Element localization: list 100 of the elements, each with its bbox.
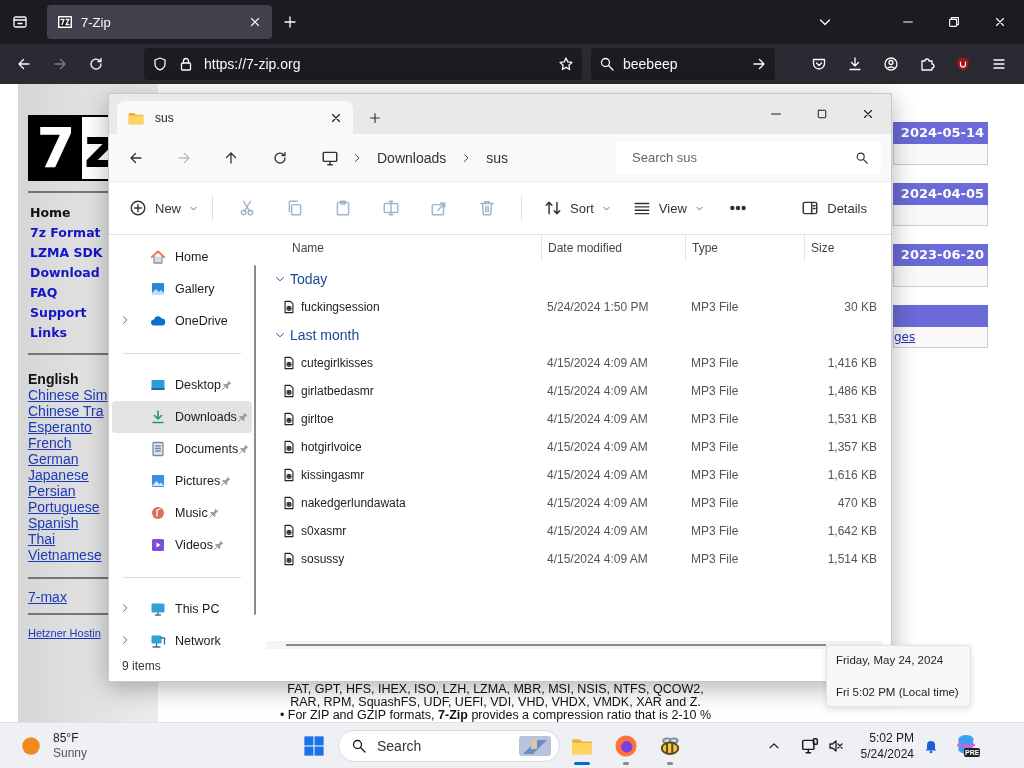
audio-file-icon: [282, 552, 296, 566]
type-cell-text: MP3 File: [690, 412, 740, 426]
shield-icon: [955, 56, 971, 72]
file-name[interactable]: fuckingsession: [301, 300, 380, 314]
file-name[interactable]: cutegirlkisses: [301, 356, 374, 370]
language-link[interactable]: Portuguese: [28, 499, 100, 515]
language-link[interactable]: French: [28, 435, 72, 451]
trash-icon: [478, 199, 496, 217]
nav-link[interactable]: LZMA SDK: [30, 243, 103, 263]
date-cell-text: 4/15/2024 4:09 AM: [546, 496, 649, 510]
address-bar[interactable]: https://7-zip.org: [144, 48, 582, 80]
nav-item[interactable]: Home: [112, 241, 209, 273]
file-name[interactable]: sosussy: [301, 552, 345, 566]
size-cell-text: 1,486 KB: [826, 384, 878, 398]
lock-icon: [178, 56, 194, 72]
audio-file-icon: [282, 440, 296, 454]
close-icon[interactable]: [248, 15, 262, 29]
videos-icon: [150, 537, 166, 553]
language-link[interactable]: German: [28, 451, 79, 467]
sort-arrows-icon: [544, 199, 562, 217]
column-header[interactable]: Date modified: [541, 235, 685, 261]
status-text: 9 items: [122, 659, 161, 673]
rename-icon: [382, 199, 400, 217]
languages-link[interactable]: ges: [894, 330, 916, 344]
group-header[interactable]: Last month: [266, 321, 360, 349]
clock-button[interactable]: 5:02 PM 5/24/2024: [852, 729, 914, 762]
plus-circle-icon: [129, 199, 147, 217]
size-cell-text: 1,514 KB: [826, 552, 878, 566]
language-link[interactable]: Spanish: [28, 515, 79, 531]
audio-file-icon: [282, 524, 296, 538]
bookmark-star-icon[interactable]: [558, 56, 574, 72]
nav-item[interactable]: Documents: [112, 433, 254, 465]
search-field[interactable]: beebeep: [591, 48, 775, 80]
language-link[interactable]: Esperanto: [28, 419, 92, 435]
current-page-link[interactable]: Home: [30, 203, 71, 223]
view-button[interactable]: View: [624, 192, 712, 224]
nav-item[interactable]: Desktop: [112, 369, 236, 401]
desktop-icon: [150, 377, 166, 393]
browser-tab[interactable]: 7-Zip: [47, 5, 272, 39]
type-cell-text: MP3 File: [690, 356, 740, 370]
plus-icon: [282, 14, 298, 30]
language-link[interactable]: Chinese Sim: [28, 387, 108, 403]
file-name[interactable]: kissingasmr: [301, 468, 365, 482]
file-name[interactable]: girlatbedasmr: [301, 384, 374, 398]
date-cell-text: 5/24/2024 1:50 PM: [546, 300, 650, 314]
documents-icon: [150, 441, 166, 457]
tool-link[interactable]: 7-max: [28, 589, 67, 605]
close-icon: [861, 107, 875, 121]
language-link[interactable]: Vietnamese: [28, 547, 102, 563]
language-link[interactable]: Thai: [28, 531, 56, 547]
breadcrumb-item[interactable]: Downloads: [375, 149, 449, 166]
forward-icon: [52, 56, 68, 72]
search-field[interactable]: Search sus: [616, 141, 881, 174]
nav-link[interactable]: Download: [30, 263, 100, 283]
audio-file-icon: [282, 300, 296, 314]
sponsor-link[interactable]: Hetzner Hostin: [28, 625, 101, 641]
nav-item[interactable]: Pictures: [112, 465, 236, 497]
column-header[interactable]: Size: [804, 235, 885, 261]
breadcrumb-item[interactable]: sus: [484, 149, 511, 166]
date-cell-text: 4/15/2024 4:09 AM: [546, 524, 649, 538]
current-language-link[interactable]: English: [28, 371, 79, 387]
nav-item[interactable]: Network: [112, 625, 221, 657]
nav-link[interactable]: Support: [30, 303, 87, 323]
file-name[interactable]: girltoe: [301, 412, 334, 426]
nav-item[interactable]: Videos: [112, 529, 228, 561]
arrow-right-icon[interactable]: [751, 56, 767, 72]
language-link[interactable]: Persian: [28, 483, 76, 499]
tab-list-icon: [12, 14, 28, 30]
date-cell-text: 4/15/2024 4:09 AM: [546, 440, 649, 454]
nav-item[interactable]: Music: [112, 497, 223, 529]
file-name[interactable]: s0xasmr: [301, 524, 347, 538]
explorer-tab[interactable]: sus: [117, 101, 353, 134]
search-icon: [351, 737, 367, 754]
language-link[interactable]: Chinese Tra: [28, 403, 104, 419]
file-name[interactable]: hotgirlvoice: [301, 440, 362, 454]
date-cell-text: 4/15/2024 4:09 AM: [546, 384, 649, 398]
column-header[interactable]: Name: [266, 235, 541, 261]
nav-link[interactable]: FAQ: [30, 283, 58, 303]
group-header[interactable]: Today: [266, 265, 328, 293]
maximize-icon: [816, 108, 828, 120]
body-text: • For ZIP and GZIP formats, 7-Zip provides a compression ratio that is 2-10 %: [279, 709, 712, 722]
type-cell-text: MP3 File: [690, 384, 740, 398]
nav-item[interactable]: Gallery: [112, 273, 215, 305]
shield-icon: [152, 56, 168, 72]
language-link[interactable]: Japanese: [28, 467, 89, 483]
search-field[interactable]: Search: [338, 729, 560, 762]
size-cell-text: 1,531 KB: [826, 412, 878, 426]
pin-icon: [220, 475, 233, 487]
details-button[interactable]: Details: [793, 192, 875, 224]
nav-item[interactable]: OneDrive: [112, 305, 228, 337]
new-button[interactable]: New: [121, 192, 206, 224]
nav-link[interactable]: 7z Format: [30, 223, 101, 243]
windows-logo-icon: [303, 734, 325, 757]
sort-button[interactable]: Sort: [536, 192, 619, 224]
nav-item[interactable]: Downloads: [112, 401, 252, 433]
file-name[interactable]: nakedgerlundawata: [301, 496, 406, 510]
app-logo-icon: [57, 14, 73, 30]
column-header[interactable]: Type: [685, 235, 804, 261]
nav-link[interactable]: Links: [30, 323, 67, 343]
nav-item[interactable]: This PC: [112, 593, 220, 625]
